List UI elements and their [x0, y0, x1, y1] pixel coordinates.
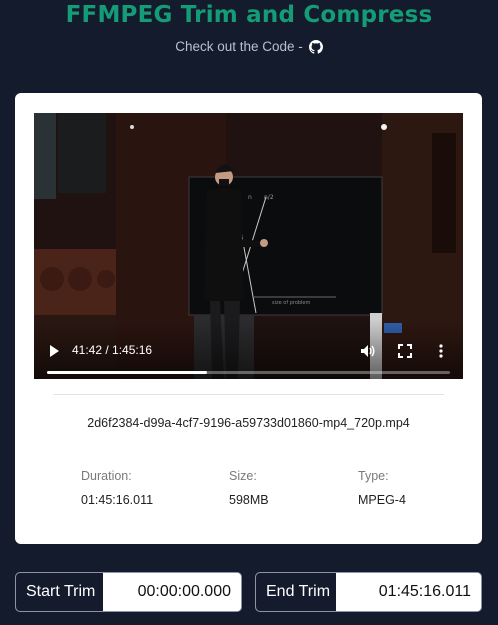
divider — [53, 394, 444, 395]
type-label: Type: — [358, 469, 389, 483]
duration-value: 01:45:16.011 — [81, 493, 154, 507]
size-label: Size: — [229, 469, 257, 483]
volume-icon[interactable] — [360, 343, 376, 359]
seek-bar[interactable] — [47, 371, 450, 374]
start-trim-group: Start Trim — [15, 572, 242, 612]
type-value: MPEG-4 — [358, 493, 406, 507]
github-icon[interactable] — [308, 39, 323, 54]
size-value: 598MB — [229, 493, 269, 507]
start-trim-input[interactable] — [103, 573, 241, 611]
play-icon[interactable] — [47, 344, 61, 358]
page-title: FFMPEG Trim and Compress — [65, 2, 433, 28]
time-display: 41:42 / 1:45:16 — [72, 343, 153, 357]
start-trim-label: Start Trim — [16, 573, 103, 611]
duration-label: Duration: — [81, 469, 132, 483]
code-link[interactable]: Check out the Code - — [0, 39, 498, 54]
end-trim-group: End Trim — [255, 572, 482, 612]
end-trim-input[interactable] — [336, 573, 481, 611]
svg-text:size of problem: size of problem — [272, 300, 311, 306]
seek-bar-played — [47, 371, 207, 374]
svg-text:n: n — [248, 194, 252, 201]
code-link-label: Check out the Code - — [175, 39, 303, 54]
file-card: size of problem n n/2 41:42 / 1:45:16 2d… — [15, 93, 482, 544]
player-controls: 41:42 / 1:45:16 — [34, 319, 463, 379]
fullscreen-icon[interactable] — [398, 344, 412, 358]
video-player[interactable]: size of problem n n/2 41:42 / 1:45:16 — [34, 113, 463, 379]
end-trim-label: End Trim — [256, 573, 336, 611]
file-name: 2d6f2384-d99a-4cf7-9196-a59733d01860-mp4… — [87, 416, 410, 430]
svg-text:n/2: n/2 — [264, 194, 274, 201]
more-options-icon[interactable] — [438, 343, 444, 359]
